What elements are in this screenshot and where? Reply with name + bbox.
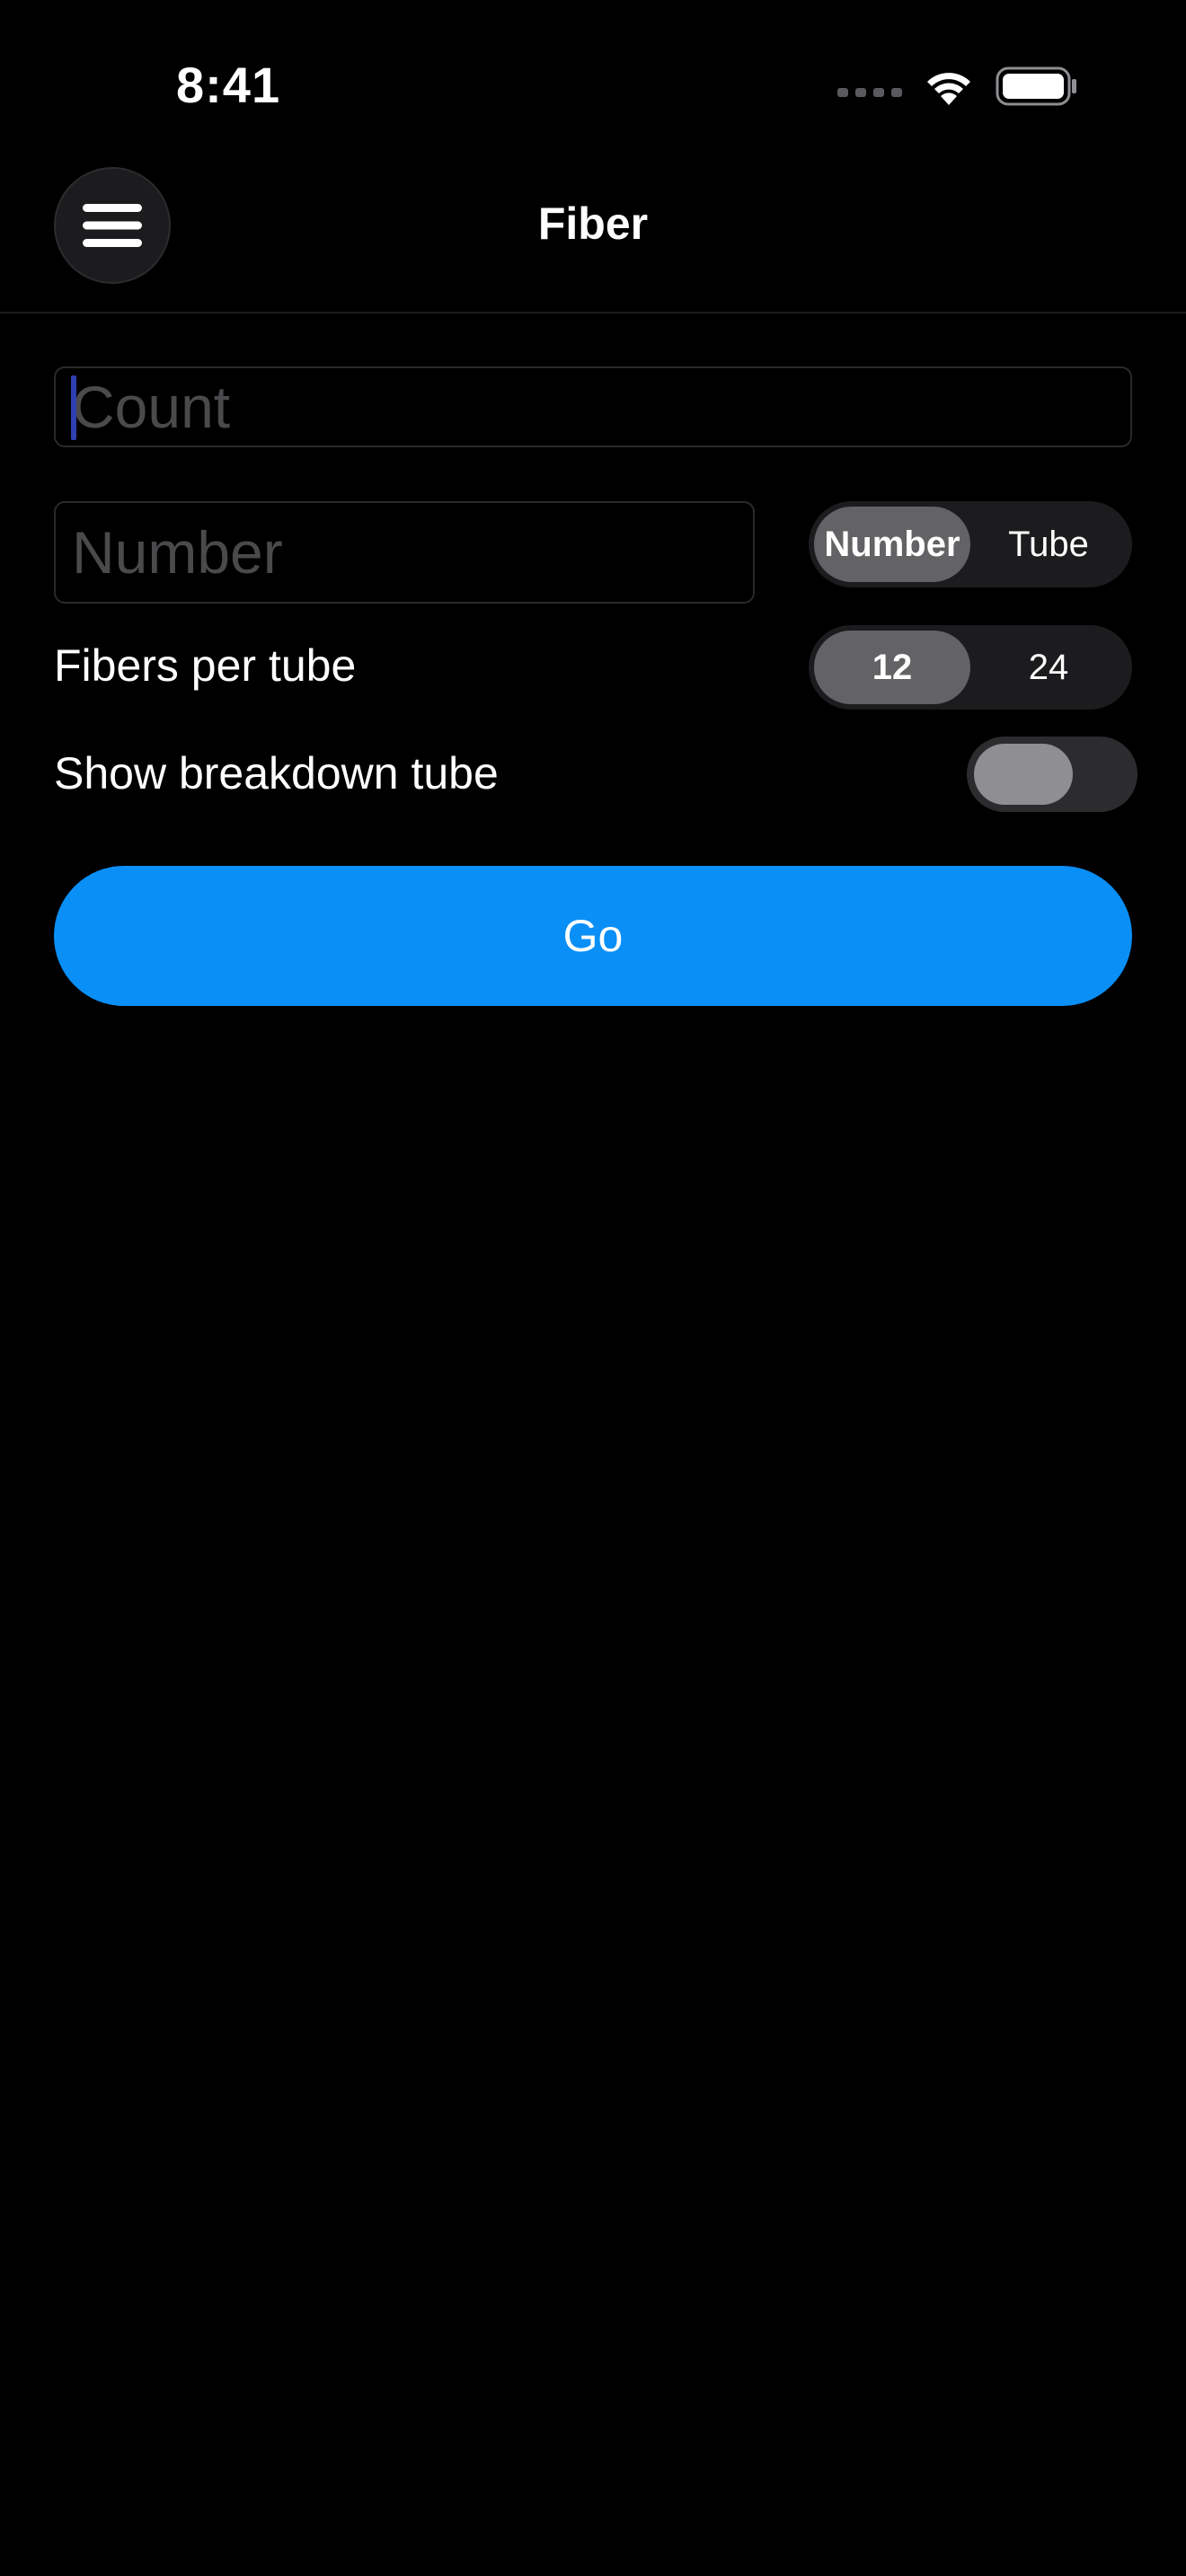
count-input[interactable] <box>54 366 1132 447</box>
status-time: 8:41 <box>176 57 281 113</box>
wifi-icon <box>927 73 970 105</box>
segment-number[interactable]: Number <box>814 507 970 582</box>
status-icons <box>837 63 1078 110</box>
battery-icon <box>996 66 1076 106</box>
go-button[interactable]: Go <box>54 866 1132 1006</box>
toggle-knob <box>974 744 1073 805</box>
number-input[interactable] <box>54 501 755 604</box>
header-divider <box>0 312 1186 313</box>
fibers-per-tube-label: Fibers per tube <box>54 640 357 691</box>
fibers-per-tube-segmented-control: 12 24 <box>809 625 1132 710</box>
show-breakdown-toggle[interactable] <box>967 737 1137 812</box>
segment-24[interactable]: 24 <box>970 631 1127 704</box>
page-title: Fiber <box>537 198 649 249</box>
text-caret <box>71 375 76 440</box>
mode-segmented-control: Number Tube <box>809 501 1132 587</box>
segment-tube[interactable]: Tube <box>970 507 1127 582</box>
cellular-dots-icon <box>837 88 902 97</box>
show-breakdown-label: Show breakdown tube <box>54 748 499 798</box>
segment-12[interactable]: 12 <box>814 631 970 704</box>
